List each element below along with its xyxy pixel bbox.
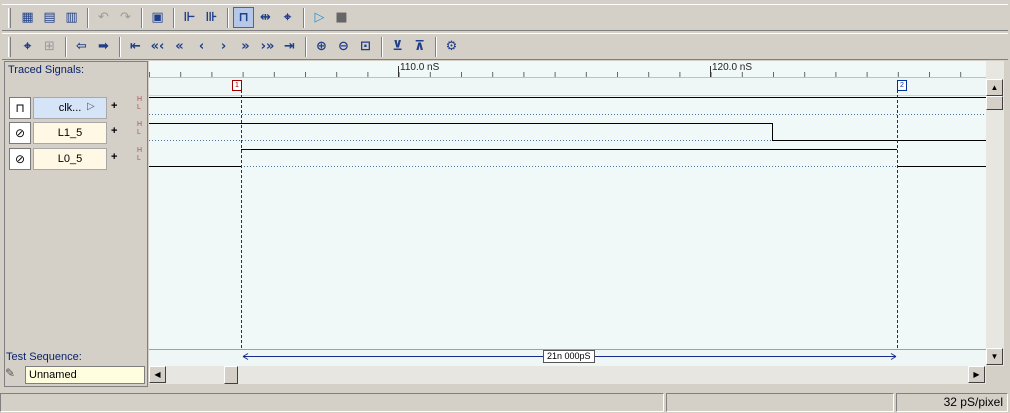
status-scale: 32 pS/pixel: [896, 393, 1008, 412]
status-pane-middle: [666, 393, 894, 412]
horizontal-scrollbar[interactable]: [149, 366, 986, 384]
scroll-left-button[interactable]: ◀: [149, 366, 166, 383]
scroll-down-button[interactable]: ▼: [986, 348, 1003, 365]
horizontal-scroll-thumb[interactable]: [224, 366, 238, 384]
scroll-right-button[interactable]: ▶: [968, 366, 985, 383]
status-bar: 32 pS/pixel: [0, 391, 1010, 413]
vertical-scroll-thumb[interactable]: [986, 96, 1003, 110]
measurement-arrow: [242, 353, 897, 360]
measurement-label: 21n 000pS: [543, 350, 595, 363]
scroll-up-button[interactable]: ▲: [986, 79, 1003, 96]
status-pane-main: [0, 393, 664, 412]
